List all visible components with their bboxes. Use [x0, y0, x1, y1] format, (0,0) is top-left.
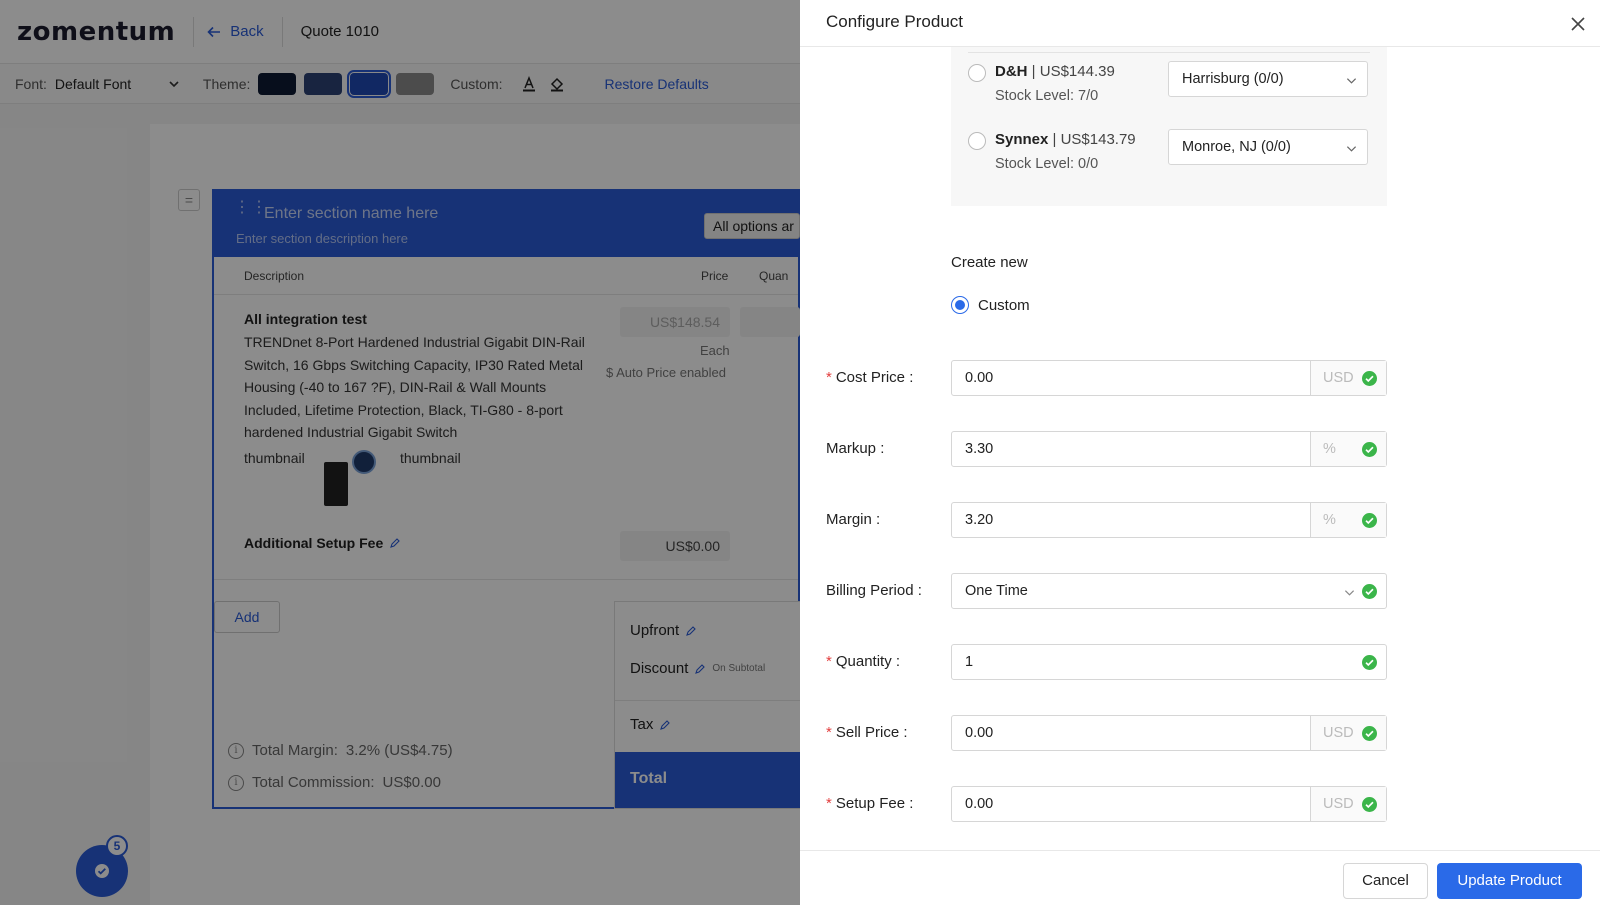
markup-value: 3.30	[965, 441, 994, 457]
custom-radio-label: Custom	[978, 296, 1030, 314]
sell-price-value: 0.00	[965, 725, 994, 741]
supplier-name-dh: D&H | US$144.39	[995, 63, 1115, 80]
unit-label: %	[1323, 441, 1336, 457]
chevron-down-icon	[1344, 590, 1355, 596]
markup-label: Markup :	[826, 440, 884, 457]
check-circle-icon	[1362, 371, 1377, 386]
sell-price-row: * Sell Price : 0.00 USD	[800, 715, 1600, 751]
update-product-button[interactable]: Update Product	[1437, 863, 1582, 899]
check-circle-icon	[1362, 513, 1377, 528]
cost-price-label: * Cost Price :	[826, 369, 913, 386]
custom-radio-option[interactable]: Custom	[951, 296, 1030, 314]
configure-product-drawer: Configure Product D&H | US$144.39 Stock …	[800, 0, 1600, 905]
check-circle-icon	[1362, 655, 1377, 670]
check-circle-icon	[1362, 726, 1377, 741]
unit-label: USD	[1323, 725, 1354, 741]
markup-field[interactable]: 3.30 %	[951, 431, 1387, 467]
sell-price-field[interactable]: 0.00 USD	[951, 715, 1387, 751]
cost-price-text: Cost Price	[835, 369, 906, 386]
supplier-name-synnex: Synnex | US$143.79	[995, 131, 1136, 148]
cancel-button[interactable]: Cancel	[1343, 863, 1428, 899]
drawer-title: Configure Product	[826, 12, 964, 31]
sell-price-text: Sell Price	[835, 724, 900, 741]
warehouse-select-synnex[interactable]: Monroe, NJ (0/0)	[1168, 129, 1368, 165]
billing-period-label: Billing Period :	[826, 582, 922, 599]
margin-text: Margin	[826, 511, 872, 528]
chevron-down-icon	[1346, 78, 1357, 84]
billing-period-row: Billing Period : One Time	[800, 573, 1600, 609]
chevron-down-icon	[1346, 146, 1357, 152]
supplier-row-synnex: Synnex | US$143.79 Stock Level: 0/0 Monr…	[968, 129, 1368, 197]
margin-field[interactable]: 3.20 %	[951, 502, 1387, 538]
percent-addon: %	[1310, 503, 1386, 537]
required-mark: *	[826, 724, 832, 741]
billing-period-text: Billing Period	[826, 582, 914, 599]
warehouse-select-value: Monroe, NJ (0/0)	[1182, 139, 1291, 155]
billing-period-select[interactable]: One Time	[951, 573, 1387, 609]
supplier-price: | US$143.79	[1052, 131, 1136, 148]
supplier-list: D&H | US$144.39 Stock Level: 7/0 Harrisb…	[951, 47, 1387, 206]
create-new-heading: Create new	[951, 254, 1028, 271]
check-circle-icon	[1362, 442, 1377, 457]
warehouse-select-dh[interactable]: Harrisburg (0/0)	[1168, 61, 1368, 97]
supplier-stock-synnex: Stock Level: 0/0	[995, 156, 1099, 172]
colon: :	[909, 369, 914, 386]
markup-row: Markup : 3.30 %	[800, 431, 1600, 467]
markup-text: Markup	[826, 440, 877, 457]
setup-fee-field[interactable]: 0.00 USD	[951, 786, 1387, 822]
required-mark: *	[826, 369, 832, 386]
cost-price-value: 0.00	[965, 370, 994, 386]
colon: :	[876, 511, 881, 528]
quantity-field[interactable]: 1	[951, 644, 1387, 680]
setup-fee-label: * Setup Fee :	[826, 795, 913, 812]
setup-fee-text: Setup Fee	[835, 795, 906, 812]
quantity-value: 1	[965, 654, 974, 670]
required-mark: *	[826, 795, 832, 812]
currency-addon: USD	[1310, 361, 1386, 395]
drawer-footer: Cancel Update Product	[800, 850, 1600, 905]
margin-value: 3.20	[965, 512, 994, 528]
colon: :	[903, 724, 908, 741]
margin-row: Margin : 3.20 %	[800, 502, 1600, 538]
divider	[968, 52, 1370, 53]
quantity-row: * Quantity : 1	[800, 644, 1600, 680]
warehouse-select-value: Harrisburg (0/0)	[1182, 71, 1284, 87]
drawer-header: Configure Product	[800, 0, 1600, 47]
sell-price-label: * Sell Price :	[826, 724, 908, 741]
percent-addon: %	[1310, 432, 1386, 466]
currency-addon: USD	[1310, 716, 1386, 750]
required-mark: *	[826, 653, 832, 670]
supplier-row-dh: D&H | US$144.39 Stock Level: 7/0 Harrisb…	[968, 61, 1368, 129]
supplier-radio-dh[interactable]	[968, 64, 986, 82]
supplier-radio-synnex[interactable]	[968, 132, 986, 150]
unit-label: USD	[1323, 370, 1354, 386]
unit-label: %	[1323, 512, 1336, 528]
close-icon[interactable]	[1570, 16, 1586, 32]
supplier-price: | US$144.39	[1031, 63, 1115, 80]
colon: :	[917, 582, 922, 599]
setup-fee-value: 0.00	[965, 796, 994, 812]
supplier-stock-dh: Stock Level: 7/0	[995, 88, 1099, 104]
margin-label: Margin :	[826, 511, 880, 528]
cost-price-field[interactable]: 0.00 USD	[951, 360, 1387, 396]
supplier-name: D&H	[995, 63, 1028, 80]
supplier-name: Synnex	[995, 131, 1049, 148]
setup-fee-row: * Setup Fee : 0.00 USD	[800, 786, 1600, 822]
check-circle-icon	[1362, 584, 1377, 599]
colon: :	[909, 795, 914, 812]
modal-overlay[interactable]	[0, 0, 800, 905]
currency-addon: USD	[1310, 787, 1386, 821]
quantity-text: Quantity	[835, 653, 892, 670]
radio-selected-icon	[951, 296, 969, 314]
quantity-label: * Quantity :	[826, 653, 900, 670]
unit-label: USD	[1323, 796, 1354, 812]
check-circle-icon	[1362, 797, 1377, 812]
colon: :	[880, 440, 885, 457]
cost-price-row: * Cost Price : 0.00 USD	[800, 360, 1600, 396]
colon: :	[895, 653, 901, 670]
billing-period-value: One Time	[965, 583, 1028, 599]
